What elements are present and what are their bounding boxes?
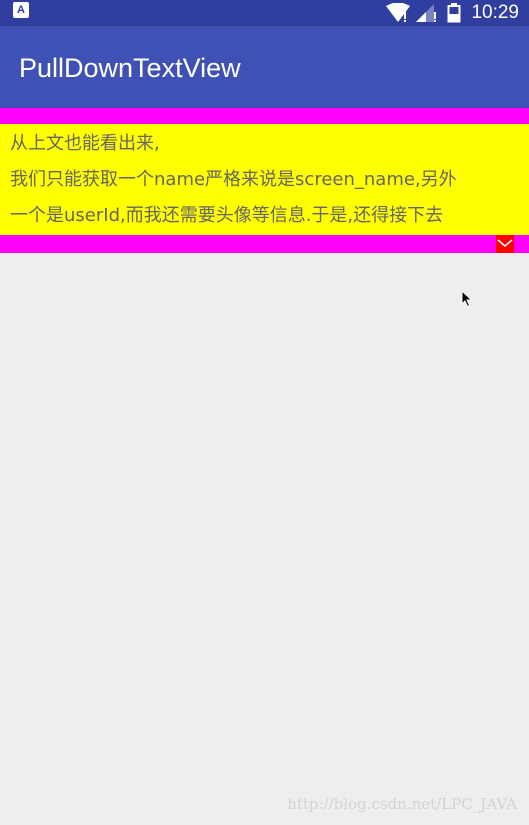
app-notification-letter: A <box>17 4 25 16</box>
wifi-icon <box>385 3 411 23</box>
watermark: http://blog.csdn.net/LPC_JAVA <box>287 795 517 813</box>
status-time: 10:29 <box>471 2 519 23</box>
expand-toggle-button[interactable] <box>496 235 514 253</box>
pulldown-text-view[interactable]: 从上文也能看出来, 我们只能获取一个name严格来说是screen_name,另… <box>0 108 529 253</box>
text-line-1: 从上文也能看出来, <box>10 133 160 154</box>
text-line-2: 我们只能获取一个name严格来说是screen_name,另外 <box>10 169 457 190</box>
app-notification-icon: A <box>13 2 29 18</box>
signal-icon <box>415 3 437 23</box>
battery-icon <box>447 3 461 23</box>
status-bar: A 10:29 <box>0 0 529 26</box>
text-line-3: 一个是userId,而我还需要头像等信息.于是,还得接下去 <box>10 205 444 226</box>
pulldown-text-content: 从上文也能看出来, 我们只能获取一个name严格来说是screen_name,另… <box>0 124 529 235</box>
status-icons: 10:29 <box>385 0 519 26</box>
app-bar: PullDownTextView <box>0 26 529 108</box>
app-title: PullDownTextView <box>19 53 241 83</box>
chevron-down-icon <box>497 239 513 248</box>
mouse-cursor-icon <box>461 289 473 312</box>
screen: A 10:29 PullDownTextView 从上文也能看出来, 我们只能获… <box>0 0 529 825</box>
